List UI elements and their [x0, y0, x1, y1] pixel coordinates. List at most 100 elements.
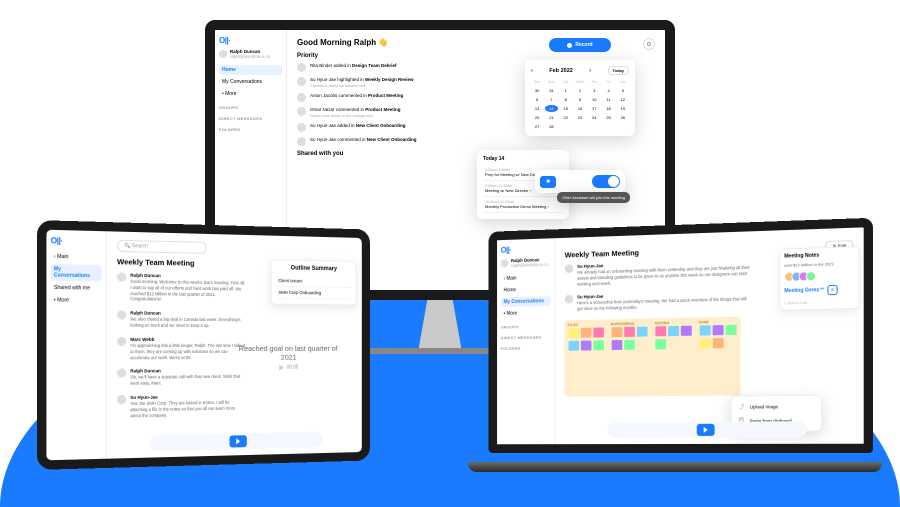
- feed-item[interactable]: Su Hyun-Jae commented in New Client Onbo…: [297, 137, 655, 146]
- transcript-line[interactable]: Ralph DuncanGood morning. Welcome to thi…: [117, 272, 246, 306]
- transcript-line[interactable]: Su Hyun-JaeWe already had an onboarding …: [565, 259, 751, 291]
- sidebar: O||∙ Ralph Duncan ralph@workforce.co ‹ M…: [497, 238, 555, 444]
- nav-back[interactable]: ‹ Main: [51, 252, 102, 263]
- calendar-day[interactable]: 31: [545, 87, 557, 94]
- settings-button[interactable]: ⚙: [643, 38, 655, 50]
- meeting-gems[interactable]: Meeting Gems™ ≡: [784, 284, 854, 296]
- calendar-day[interactable]: 20: [531, 114, 543, 121]
- calendar-dow: Thu: [588, 79, 600, 85]
- nav-conversations[interactable]: My Conversations: [51, 264, 102, 281]
- calendar-day[interactable]: 2: [574, 87, 586, 94]
- calendar-day[interactable]: 22: [560, 114, 572, 121]
- calendar-day[interactable]: 7: [545, 96, 557, 103]
- transcript-line[interactable]: Ralph DuncanWe also closed a big deal in…: [117, 311, 246, 332]
- transcript-line[interactable]: Ralph DuncanOb, we'll have a separate ca…: [117, 368, 246, 390]
- kanban-column: TESTING: [651, 318, 695, 397]
- highlight-text: Reached goal on last quarter of 2021: [236, 344, 340, 362]
- outline-item[interactable]: Client issues: [276, 275, 350, 288]
- chevron-right-icon[interactable]: ›: [589, 68, 591, 74]
- nav-more[interactable]: • More: [219, 89, 282, 99]
- brand-logo: O||∙: [501, 244, 551, 254]
- play-button[interactable]: [697, 424, 715, 436]
- add-note-input[interactable]: + Add a note: [784, 299, 854, 306]
- feed-text: Su Hyun-Jae commented in New Client Onbo…: [310, 137, 417, 143]
- speaker-name: Ralph Duncan: [130, 311, 161, 316]
- calendar-dow: Wed: [574, 79, 586, 85]
- record-icon: [567, 43, 572, 48]
- outline-item[interactable]: SMH Corp Onboarding: [276, 287, 350, 300]
- sticky-note: [655, 339, 666, 349]
- nav-head-groups: GROUPS: [501, 324, 551, 330]
- calendar-day[interactable]: 28: [545, 123, 557, 130]
- calendar-day[interactable]: 17: [588, 105, 600, 112]
- feed-text: Rita Binder added in Design Team Debrief: [310, 63, 396, 69]
- play-icon: [279, 365, 284, 371]
- outline-panel: Outline Summary Client issuesSMH Corp On…: [271, 259, 357, 305]
- sticky-note: [700, 338, 711, 348]
- assistant-toggle[interactable]: [592, 175, 620, 188]
- nav-home[interactable]: Home: [501, 284, 551, 295]
- calendar-day[interactable]: 30: [531, 87, 543, 94]
- agenda-item[interactable]: 10:30am–11:00amMonthly Production Demo M…: [483, 197, 563, 213]
- calendar-day[interactable]: 8: [560, 96, 572, 103]
- avatar: [297, 93, 306, 102]
- calendar-day[interactable]: 26: [617, 114, 629, 121]
- calendar-day[interactable]: 9: [574, 96, 586, 103]
- calendar-day[interactable]: 12: [617, 96, 629, 103]
- calendar-day[interactable]: 15: [560, 105, 572, 112]
- agenda-day: Today 14: [483, 156, 563, 162]
- today-button[interactable]: Today: [608, 66, 629, 75]
- nav-back[interactable]: ‹ Main: [501, 273, 551, 284]
- calendar-day[interactable]: 21: [545, 114, 557, 121]
- calendar-grid[interactable]: SunMonTueWedThuFriSat3031123456789101112…: [531, 79, 629, 130]
- nav-more[interactable]: • More: [501, 308, 551, 319]
- calendar-day[interactable]: 3: [588, 87, 600, 94]
- transcript-line[interactable]: Marc WebbI'm approaching this a little l…: [117, 337, 246, 364]
- user-profile[interactable]: Ralph Duncan ralph@workforce.co: [501, 257, 551, 268]
- sticky-note: [726, 325, 737, 335]
- calendar-day[interactable]: 11: [602, 96, 614, 103]
- avatar: [219, 50, 227, 58]
- nav-more[interactable]: • More: [51, 295, 102, 306]
- calendar-day[interactable]: 25: [602, 114, 614, 121]
- transcript-text: We also closed a big deal in Canada last…: [130, 317, 246, 329]
- calendar-day[interactable]: 16: [574, 105, 586, 112]
- page-title: Weekly Team Meeting: [565, 248, 639, 259]
- sticky-note: [581, 328, 592, 338]
- calendar-card: ‹ Feb 2022 › Today SunMonTueWedThuFriSat…: [525, 60, 635, 136]
- calendar-day[interactable]: 24: [588, 114, 600, 121]
- speaker-name: Su Hyun-Jae: [130, 395, 158, 400]
- transcript-line[interactable]: Su Hyun-JaeYes, the SMH Corp. They are b…: [117, 394, 246, 423]
- calendar-day[interactable]: 6: [531, 96, 543, 103]
- sticky-note: [581, 341, 592, 351]
- calendar-dow: Tue: [560, 79, 572, 85]
- calendar-day[interactable]: 27: [531, 123, 543, 130]
- kanban-col-label: TESTING: [654, 321, 692, 326]
- calendar-day[interactable]: 14: [545, 105, 557, 112]
- nav-conversations[interactable]: My Conversations: [219, 77, 282, 87]
- calendar-day[interactable]: 4: [602, 87, 614, 94]
- menu-upload-image[interactable]: ⤴ Upload Image: [735, 399, 818, 414]
- user-profile[interactable]: Ralph Duncan ralph@workforce.co: [219, 49, 282, 59]
- highlight-timestamp: 00:35: [287, 365, 299, 371]
- calendar-day[interactable]: 10: [588, 96, 600, 103]
- feed-text: Anton Jacobs commented in Product Meetin…: [310, 93, 403, 99]
- calendar-day[interactable]: 13: [531, 105, 543, 112]
- record-button[interactable]: Record: [549, 38, 611, 52]
- calendar-day[interactable]: 1: [560, 87, 572, 94]
- calendar-day[interactable]: 18: [602, 105, 614, 112]
- calendar-day[interactable]: 5: [617, 87, 629, 94]
- nav-shared[interactable]: Shared with me: [51, 283, 102, 294]
- nav-conversations[interactable]: My Conversations: [501, 296, 551, 307]
- play-chip[interactable]: 00:35: [279, 365, 298, 371]
- calendar-day[interactable]: 19: [617, 105, 629, 112]
- search-input[interactable]: 🔍 Search: [117, 240, 207, 254]
- chevron-left-icon[interactable]: ‹: [531, 68, 533, 74]
- gems-label: Meeting Gems™: [784, 287, 824, 294]
- transcript-line[interactable]: Su Hyun-JaeHere's a screenshot from yest…: [565, 291, 751, 316]
- calendar-day[interactable]: 23: [574, 114, 586, 121]
- play-button[interactable]: [229, 435, 246, 447]
- nav-home[interactable]: Home: [219, 65, 282, 75]
- sticky-note: [569, 341, 579, 351]
- avatar: [565, 264, 574, 273]
